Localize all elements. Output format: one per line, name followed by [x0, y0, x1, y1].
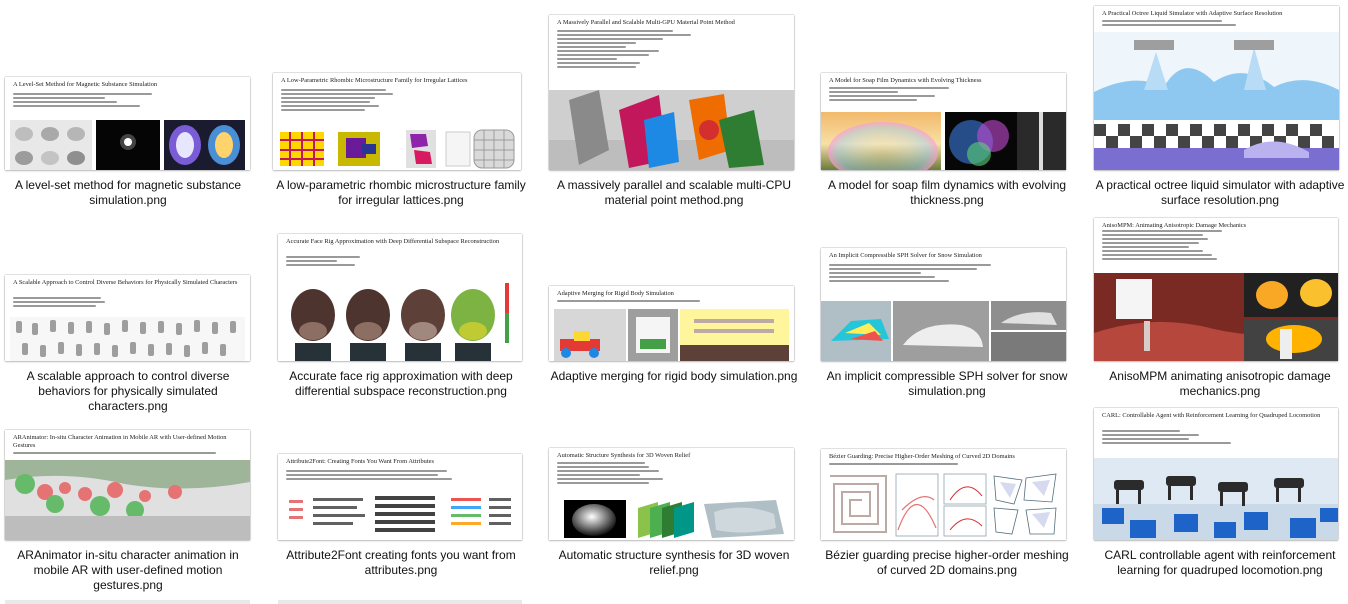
figure-image	[821, 301, 1066, 361]
file-name-label: A model for soap film dynamics with evol…	[827, 178, 1067, 207]
thumbnail-adaptive-merging: Adaptive Merging for Rigid Body Simulati…	[549, 286, 794, 361]
figure-image	[564, 500, 784, 538]
thumbnail-woven-relief: Automatic Structure Synthesis for 3D Wov…	[549, 448, 794, 540]
thumbnail-sph-snow: An Implicit Compressible SPH Solver for …	[821, 248, 1066, 361]
next-row-thumbnail	[278, 600, 522, 604]
thumbnail-carl: CARL: Controllable Agent with Reinforcem…	[1094, 408, 1338, 540]
file-name-label: Accurate face rig approximation with dee…	[289, 369, 513, 398]
file-name-label: Automatic structure synthesis for 3D wov…	[558, 548, 790, 577]
file-name-label: CARL controllable agent with reinforceme…	[1104, 548, 1336, 577]
figure-image	[283, 490, 517, 540]
paper-title: AnisoMPM: Animating Anisotropic Damage M…	[1102, 222, 1247, 229]
figure-image	[5, 460, 250, 540]
thumbnail-rhombic-microstructure: A Low-Parametric Rhombic Microstructure …	[273, 73, 521, 170]
file-name-label: Adaptive merging for rigid body simulati…	[550, 369, 798, 383]
thumbnail-attribute2font: Attribute2Font: Creating Fonts You Want …	[278, 454, 522, 540]
paper-title: Automatic Structure Synthesis for 3D Wov…	[557, 452, 691, 459]
paper-title: A Model for Soap Film Dynamics with Evol…	[829, 77, 982, 84]
paper-title: An Implicit Compressible SPH Solver for …	[829, 252, 982, 259]
thumbnail-face-rig: Accurate Face Rig Approximation with Dee…	[278, 234, 522, 361]
paper-title: Bézier Guarding: Precise Higher-Order Me…	[829, 453, 1015, 460]
figure-image	[1094, 32, 1339, 170]
file-name-label: A level-set method for magnetic substanc…	[14, 178, 242, 207]
paper-title: Attribute2Font: Creating Fonts You Want …	[286, 458, 434, 465]
figure-image	[554, 309, 789, 361]
thumbnail-magnetic-substance: A Level-Set Method for Magnetic Substanc…	[5, 77, 250, 170]
paper-title: A Practical Octree Liquid Simulator with…	[1102, 10, 1283, 17]
file-name-label: A practical octree liquid simulator with…	[1095, 178, 1345, 207]
thumbnail-bezier-guarding: Bézier Guarding: Precise Higher-Order Me…	[821, 449, 1066, 540]
thumbnail-multi-gpu-mpm: A Massively Parallel and Scalable Multi-…	[549, 15, 794, 170]
thumbnail-anisompm: AnisoMPM: Animating Anisotropic Damage M…	[1094, 218, 1338, 361]
file-name-label: Bézier guarding precise higher-order mes…	[825, 548, 1069, 577]
file-name-label: A scalable approach to control diverse b…	[26, 369, 230, 413]
figure-image	[549, 90, 794, 170]
file-name-label: A massively parallel and scalable multi-…	[556, 178, 792, 207]
thumbnail-diverse-behaviors: A Scalable Approach to Control Diverse B…	[5, 275, 250, 361]
figure-image	[1094, 458, 1338, 540]
figure-image	[826, 470, 1061, 540]
thumbnail-octree-liquid: A Practical Octree Liquid Simulator with…	[1094, 6, 1339, 170]
file-name-label: ARAnimator in-situ character animation i…	[17, 548, 239, 592]
paper-title: CARL: Controllable Agent with Reinforcem…	[1102, 412, 1321, 419]
file-name-label: Attribute2Font creating fonts you want f…	[286, 548, 516, 577]
thumbnail-aranimator: ARAnimator: In-situ Character Animation …	[5, 430, 250, 540]
figure-image	[1094, 273, 1338, 361]
paper-title: ARAnimator: In-situ Character Animation …	[13, 434, 227, 449]
paper-title: A Scalable Approach to Control Diverse B…	[13, 279, 238, 286]
figure-image	[280, 129, 515, 169]
figure-image	[10, 120, 245, 170]
paper-title: Accurate Face Rig Approximation with Dee…	[286, 238, 500, 245]
file-name-label: A low-parametric rhombic microstructure …	[276, 178, 526, 207]
file-name-label: An implicit compressible SPH solver for …	[826, 369, 1068, 398]
paper-title: A Level-Set Method for Magnetic Substanc…	[13, 81, 158, 88]
figure-image	[291, 283, 509, 361]
thumbnail-soap-film: A Model for Soap Film Dynamics with Evol…	[821, 73, 1066, 170]
figure-image	[10, 317, 245, 361]
next-row-thumbnail	[5, 600, 250, 604]
file-name-label: AnisoMPM animating anisotropic damage me…	[1109, 369, 1331, 398]
paper-title: A Massively Parallel and Scalable Multi-…	[557, 19, 735, 26]
paper-title: A Low-Parametric Rhombic Microstructure …	[281, 77, 468, 84]
paper-title: Adaptive Merging for Rigid Body Simulati…	[557, 290, 674, 297]
figure-image	[821, 112, 1066, 170]
